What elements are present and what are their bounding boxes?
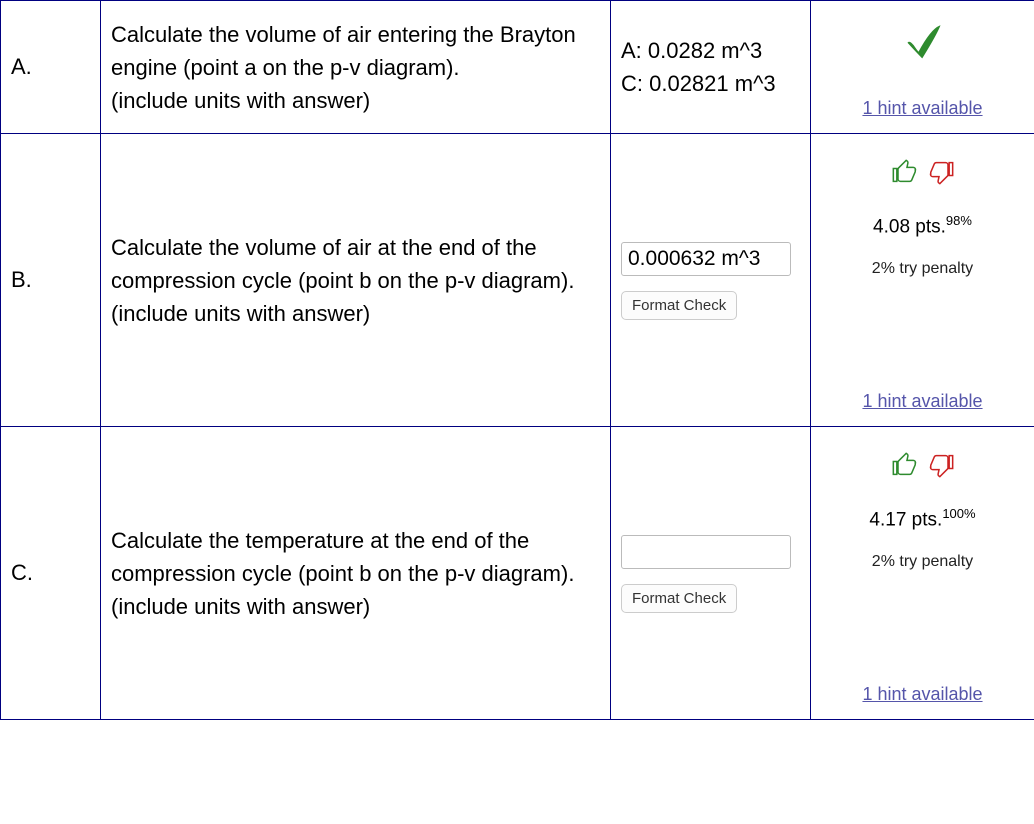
answer-cell: A: 0.0282 m^3C: 0.02821 m^3 <box>611 1 811 134</box>
status-cell: 4.08 pts.98% 2% try penalty 1 hint avail… <box>811 134 1034 427</box>
answer-input[interactable] <box>621 242 791 276</box>
question-text: Calculate the volume of air at the end o… <box>101 134 611 427</box>
penalty-text: 2% try penalty <box>872 553 973 571</box>
question-text: Calculate the temperature at the end of … <box>101 427 611 720</box>
question-text: Calculate the volume of air entering the… <box>101 1 611 134</box>
thumbs-down-icon[interactable] <box>927 451 955 484</box>
answer-cell: Format Check <box>611 427 811 720</box>
thumbs-row <box>891 158 955 191</box>
thumbs-row <box>891 451 955 484</box>
hint-link[interactable]: 1 hint available <box>862 98 982 119</box>
thumbs-down-icon[interactable] <box>927 158 955 191</box>
answer-cell: Format Check <box>611 134 811 427</box>
row-label: C. <box>1 427 101 720</box>
penalty-text: 2% try penalty <box>872 260 973 278</box>
hint-link[interactable]: 1 hint available <box>862 391 982 412</box>
row-label: B. <box>1 134 101 427</box>
status-cell: 1 hint available <box>811 1 1034 134</box>
points-text: 4.08 pts.98% <box>873 213 972 238</box>
points-text: 4.17 pts.100% <box>869 506 975 531</box>
answer-input[interactable] <box>621 535 791 569</box>
hint-link[interactable]: 1 hint available <box>862 684 982 705</box>
thumbs-up-icon[interactable] <box>891 158 919 191</box>
table-row: C. Calculate the temperature at the end … <box>1 427 1034 720</box>
status-cell: 4.17 pts.100% 2% try penalty 1 hint avai… <box>811 427 1034 720</box>
thumbs-up-icon[interactable] <box>891 451 919 484</box>
row-label: A. <box>1 1 101 134</box>
format-check-button[interactable]: Format Check <box>621 584 737 613</box>
question-table: A. Calculate the volume of air entering … <box>0 0 1034 720</box>
table-row: B. Calculate the volume of air at the en… <box>1 134 1034 427</box>
checkmark-icon <box>901 19 945 68</box>
format-check-button[interactable]: Format Check <box>621 291 737 320</box>
table-row: A. Calculate the volume of air entering … <box>1 1 1034 134</box>
